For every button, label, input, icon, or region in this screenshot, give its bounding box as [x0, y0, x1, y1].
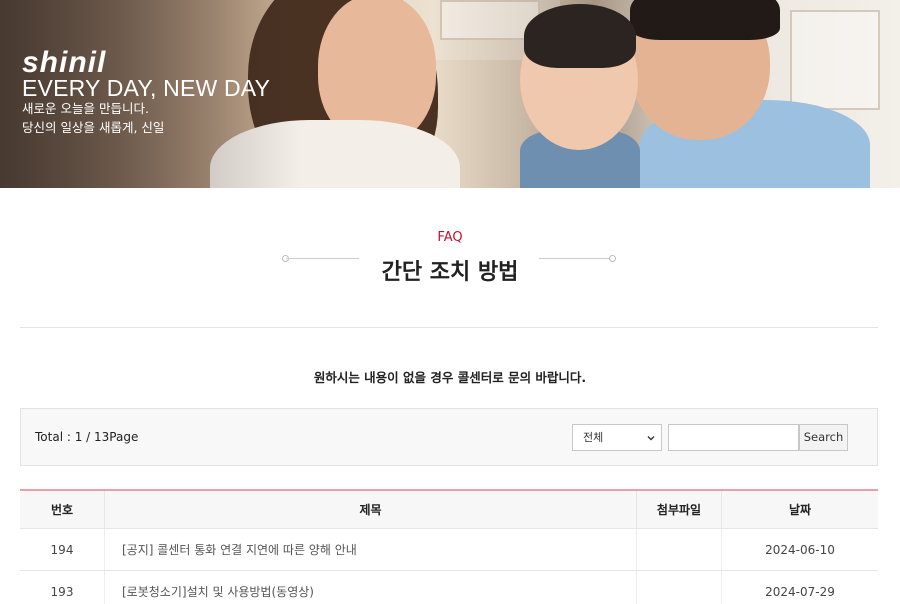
search-category-select[interactable]: 전체 [572, 424, 662, 451]
notice-text: 원하시는 내용이 없을 경우 콜센터로 문의 바랍니다. [313, 370, 587, 385]
hero-subtitle-2: 당신의 일상을 새롭게, 신일 [22, 120, 165, 135]
row-number: 194 [20, 529, 105, 570]
section-label: FAQ [437, 230, 463, 245]
chevron-down-icon [647, 436, 655, 441]
row-number: 193 [20, 571, 105, 604]
header-title: 제목 [105, 491, 637, 528]
faq-table: 번호 제목 첨부파일 날짜 194 [공지] 콜센터 통화 연결 지연에 따른 … [20, 489, 878, 604]
row-title-link[interactable]: [로봇청소기]설치 및 사용방법(동영상) [105, 571, 637, 604]
search-button[interactable]: Search [799, 424, 848, 451]
page-title: 간단 조치 방법 [381, 260, 519, 285]
search-input[interactable] [668, 424, 799, 451]
header-attachment: 첨부파일 [637, 491, 722, 528]
brand-logo: shinil [22, 46, 106, 74]
brand-logo-text: shinil [22, 46, 106, 74]
table-header-row: 번호 제목 첨부파일 날짜 [20, 491, 878, 529]
table-row[interactable]: 193 [로봇청소기]설치 및 사용방법(동영상) 2024-07-29 [20, 571, 878, 604]
search-category-value: 전체 [583, 431, 604, 444]
row-attachment [637, 571, 722, 604]
section-divider [20, 327, 878, 328]
total-pages-text: Total : 1 / 13Page [35, 430, 139, 444]
hero-baby-hair [524, 4, 636, 68]
row-title-link[interactable]: [공지] 콜센터 통화 연결 지연에 따른 양해 안내 [105, 529, 637, 570]
row-date: 2024-06-10 [765, 542, 835, 557]
hero-window [790, 10, 880, 110]
row-date: 2024-07-29 [765, 584, 835, 599]
hero-subtitle-1: 새로운 오늘을 만듭니다. [22, 101, 149, 116]
row-attachment [637, 529, 722, 570]
header-date: 날짜 [788, 503, 812, 517]
hero-man-hair [630, 0, 780, 40]
search-bar: Total : 1 / 13Page 전체 Search [20, 408, 878, 466]
header-number: 번호 [20, 491, 105, 528]
table-row[interactable]: 194 [공지] 콜센터 통화 연결 지연에 따른 양해 안내 2024-06-… [20, 529, 878, 571]
